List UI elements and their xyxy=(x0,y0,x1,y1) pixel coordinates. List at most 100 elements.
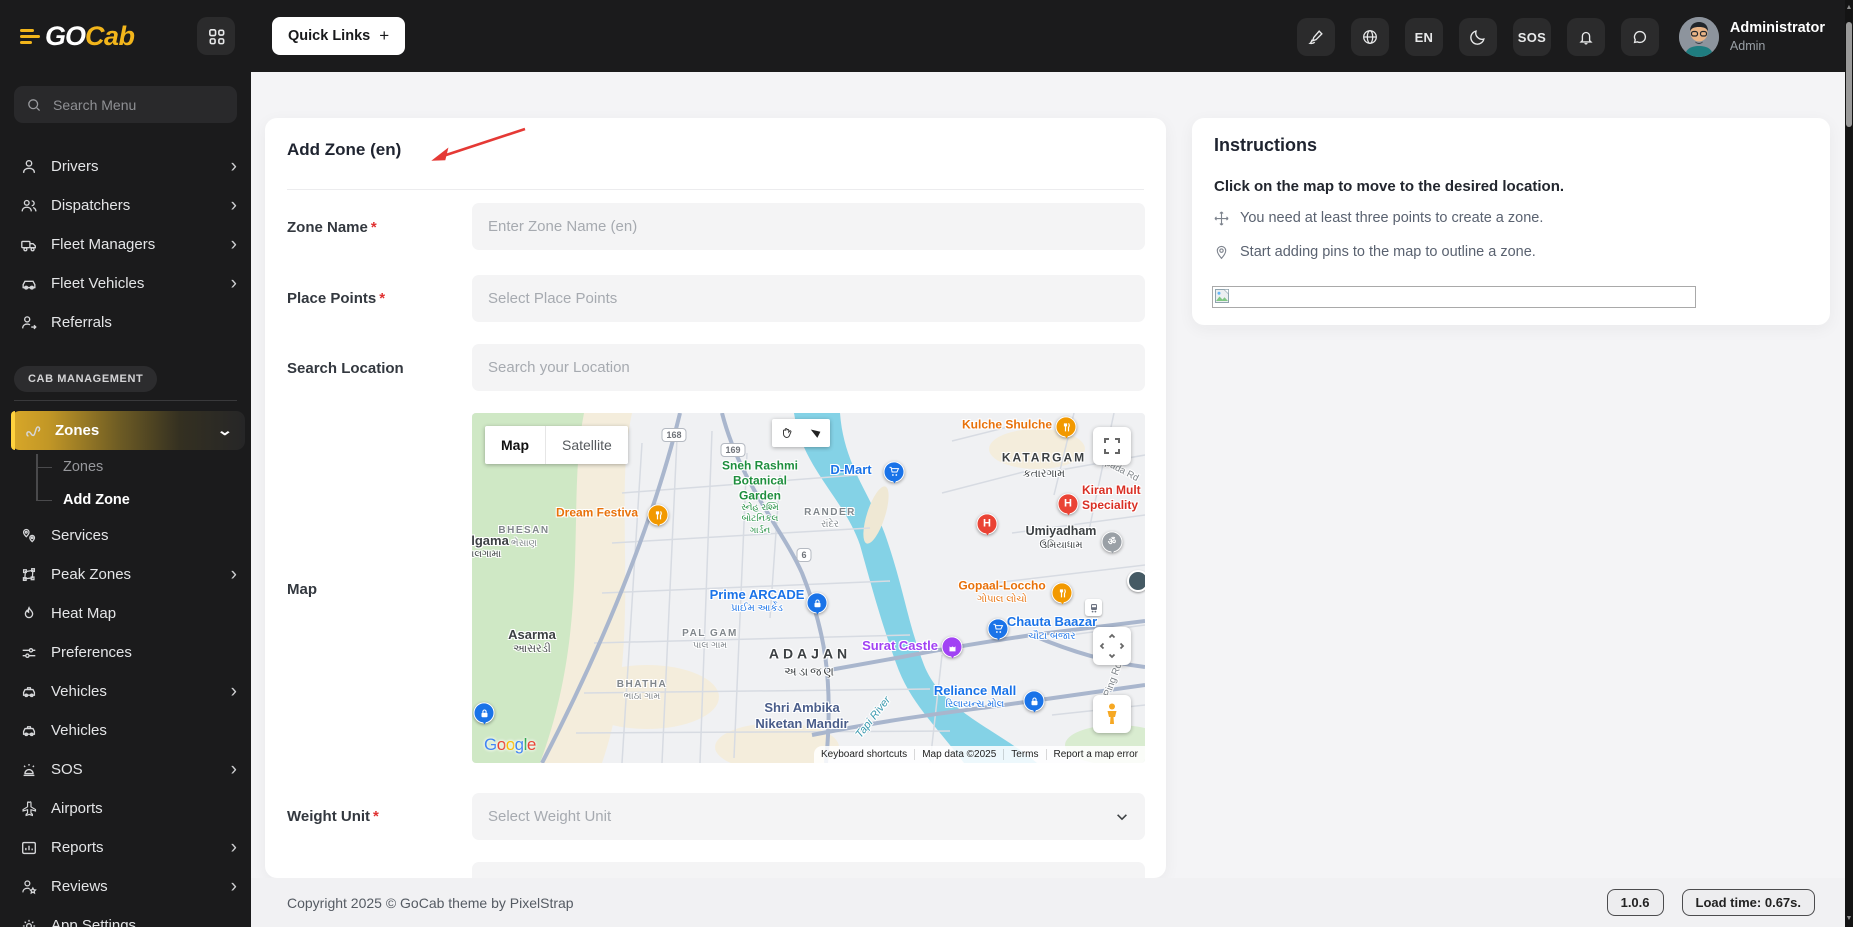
instruction-text: You need at least three points to create… xyxy=(1240,210,1544,226)
sidebar-item-airports[interactable]: Airports xyxy=(0,789,251,828)
castle-pin[interactable] xyxy=(941,636,963,658)
sidebar-item-label: Referrals xyxy=(51,314,112,331)
chevron-right-icon: › xyxy=(230,681,237,702)
sidebar-item-fleet-managers[interactable]: Fleet Managers › xyxy=(0,225,251,264)
theme-customizer-button[interactable] xyxy=(1296,18,1335,56)
map-area-sublabel: કતારગામ xyxy=(1023,468,1065,481)
map-poi-label: Shri Ambika Niketan Mandir xyxy=(755,699,849,731)
notifications-button[interactable] xyxy=(1566,18,1605,56)
user-menu[interactable]: Administrator Admin xyxy=(1678,17,1825,57)
zones-route-icon xyxy=(24,422,42,440)
search-input[interactable] xyxy=(51,95,201,114)
sidebar-item-vehicles-2[interactable]: Vehicles xyxy=(0,711,251,750)
fleet-vehicles-icon xyxy=(20,275,38,293)
user-info: Administrator Admin xyxy=(1730,20,1825,54)
sidebar-search[interactable] xyxy=(14,86,237,123)
scroll-down-icon[interactable]: ▼ xyxy=(1845,915,1853,923)
place-points-input[interactable] xyxy=(472,275,1145,322)
hospital-pin[interactable]: H xyxy=(1057,493,1079,515)
sidebar-item-label: Services xyxy=(51,527,109,544)
polygon-draw-tool-button[interactable] xyxy=(801,419,830,447)
sidebar-item-dispatchers[interactable]: Dispatchers › xyxy=(0,186,251,225)
google-map[interactable]: Kulche Shulche KATARGAM કતારગામ Fulpada … xyxy=(472,413,1145,763)
broken-image-icon xyxy=(1215,289,1229,303)
sidebar-item-zones[interactable]: Zones ⌄ xyxy=(11,411,245,450)
pegman-control[interactable] xyxy=(1093,695,1131,733)
pan-control[interactable] xyxy=(1093,627,1131,665)
sidebar-item-label: Drivers xyxy=(51,158,99,175)
report-chart-icon xyxy=(20,839,38,857)
sidebar-item-peak-zones[interactable]: Peak Zones › xyxy=(0,555,251,594)
store-pin[interactable] xyxy=(883,461,905,483)
logo-speed-lines-icon xyxy=(20,28,40,44)
drawing-tools xyxy=(772,419,830,447)
lock-pin[interactable] xyxy=(806,592,828,614)
search-location-input[interactable] xyxy=(472,344,1145,391)
next-field-partial[interactable] xyxy=(472,862,1145,878)
lock-pin[interactable] xyxy=(473,702,495,724)
chevron-right-icon: › xyxy=(230,876,237,897)
quick-links-button[interactable]: Quick Links + xyxy=(272,17,406,55)
sidebar-item-reviews[interactable]: Reviews › xyxy=(0,867,251,906)
route-shield: 169 xyxy=(720,443,746,457)
logo-text-cab: Cab xyxy=(85,20,135,51)
store-pin[interactable] xyxy=(987,618,1009,640)
search-location-label: Search Location xyxy=(287,360,404,377)
section-label-cab-management: CAB MANAGEMENT xyxy=(14,366,158,392)
search-icon xyxy=(28,98,41,111)
sos-button[interactable]: SOS xyxy=(1512,18,1551,56)
map-data-label: Map data ©2025 xyxy=(914,749,1003,760)
app-launcher-button[interactable] xyxy=(197,17,235,55)
sidebar-item-label: Reports xyxy=(51,839,104,856)
dark-mode-button[interactable] xyxy=(1458,18,1497,56)
map-type-map-button[interactable]: Map xyxy=(485,426,545,464)
google-logo[interactable]: Google xyxy=(484,735,536,755)
submenu-item-label: Add Zone xyxy=(63,491,130,508)
lock-pin[interactable] xyxy=(1023,690,1045,712)
weight-unit-select[interactable]: Select Weight Unit xyxy=(472,793,1145,840)
sidebar-item-label: Peak Zones xyxy=(51,566,132,583)
temple-pin[interactable]: ॐ xyxy=(1101,531,1123,553)
sidebar-item-fleet-vehicles[interactable]: Fleet Vehicles › xyxy=(0,264,251,303)
sidebar-item-referrals[interactable]: Referrals xyxy=(0,303,251,342)
sidebar-divider xyxy=(14,400,237,401)
report-map-error-link[interactable]: Report a map error xyxy=(1045,749,1145,760)
submenu-item-add-zone[interactable]: Add Zone xyxy=(36,483,251,516)
sidebar-item-sos[interactable]: SOS › xyxy=(0,750,251,789)
fullscreen-button[interactable] xyxy=(1093,427,1131,465)
sidebar-item-services[interactable]: Services xyxy=(0,516,251,555)
map-area-label: RANDER xyxy=(804,506,856,518)
restaurant-pin[interactable] xyxy=(1051,582,1073,604)
sidebar-item-drivers[interactable]: Drivers › xyxy=(0,147,251,186)
instructions-heading: Click on the map to move to the desired … xyxy=(1214,178,1565,195)
poi-cluster-icon[interactable] xyxy=(1127,570,1145,592)
zone-name-input[interactable] xyxy=(472,203,1145,250)
place-points-label: Place Points * xyxy=(287,290,386,307)
route-shield: 168 xyxy=(661,428,687,442)
app-logo[interactable]: GO Cab xyxy=(20,21,170,52)
terms-link[interactable]: Terms xyxy=(1003,749,1045,760)
messages-button[interactable] xyxy=(1620,18,1659,56)
required-asterisk: * xyxy=(373,808,379,825)
footer: Copyright 2025 © GoCab theme by PixelStr… xyxy=(251,878,1845,927)
language-globe-button[interactable] xyxy=(1350,18,1389,56)
restaurant-pin[interactable] xyxy=(647,504,669,526)
sidebar-item-label: Vehicles xyxy=(51,683,107,700)
services-pins-icon xyxy=(20,527,38,545)
footer-badges: 1.0.6 Load time: 0.67s. xyxy=(1606,889,1815,916)
scrollbar-thumb[interactable] xyxy=(1846,22,1852,127)
sidebar-item-heat-map[interactable]: Heat Map xyxy=(0,594,251,633)
scroll-up-icon[interactable]: ▲ xyxy=(1845,4,1853,12)
sidebar-item-reports[interactable]: Reports › xyxy=(0,828,251,867)
map-type-satellite-button[interactable]: Satellite xyxy=(545,426,628,464)
language-select-button[interactable]: EN xyxy=(1404,18,1443,56)
sidebar-item-preferences[interactable]: Preferences xyxy=(0,633,251,672)
sidebar-item-app-settings[interactable]: App Settings xyxy=(0,906,251,927)
restaurant-pin[interactable] xyxy=(1055,416,1077,438)
keyboard-shortcuts-link[interactable]: Keyboard shortcuts xyxy=(814,749,914,760)
hospital-pin[interactable]: H xyxy=(976,513,998,535)
sidebar-item-vehicles[interactable]: Vehicles › xyxy=(0,672,251,711)
pan-hand-tool-button[interactable] xyxy=(772,419,801,447)
submenu-item-zones[interactable]: Zones xyxy=(36,450,251,483)
scrollbar[interactable]: ▲ ▼ xyxy=(1845,0,1853,927)
